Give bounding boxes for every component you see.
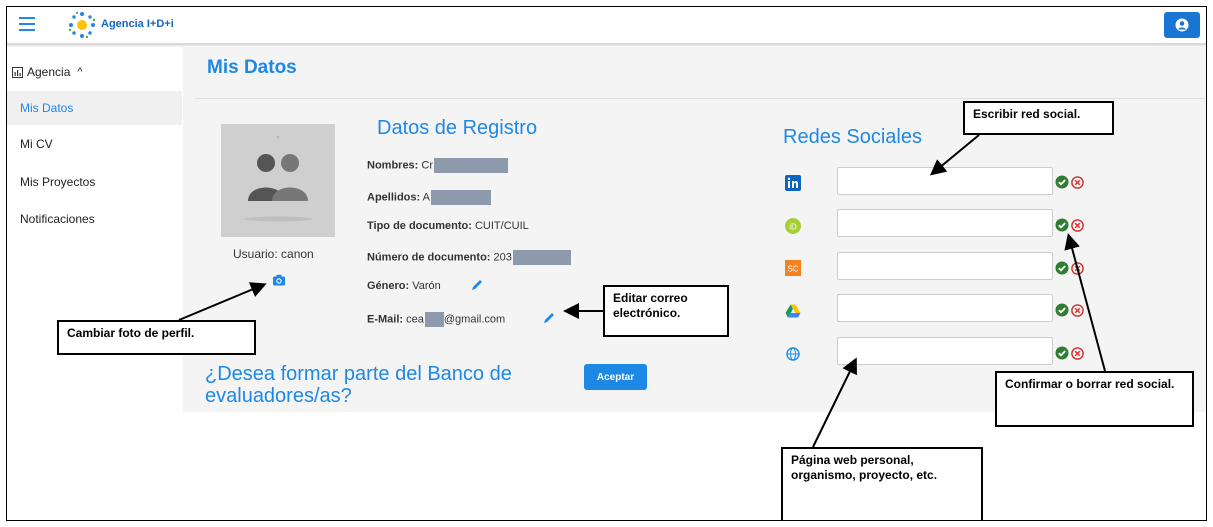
- arrow-confirmar: [1064, 233, 1106, 372]
- arrow-pagina: [812, 357, 857, 448]
- arrow-cambiar: [178, 282, 267, 321]
- app-frame: Agencia I+D+i Agencia ^ Mis Datos Mi CV …: [6, 6, 1207, 521]
- annotation-arrows: [178, 134, 1106, 448]
- arrow-escribir: [929, 134, 980, 176]
